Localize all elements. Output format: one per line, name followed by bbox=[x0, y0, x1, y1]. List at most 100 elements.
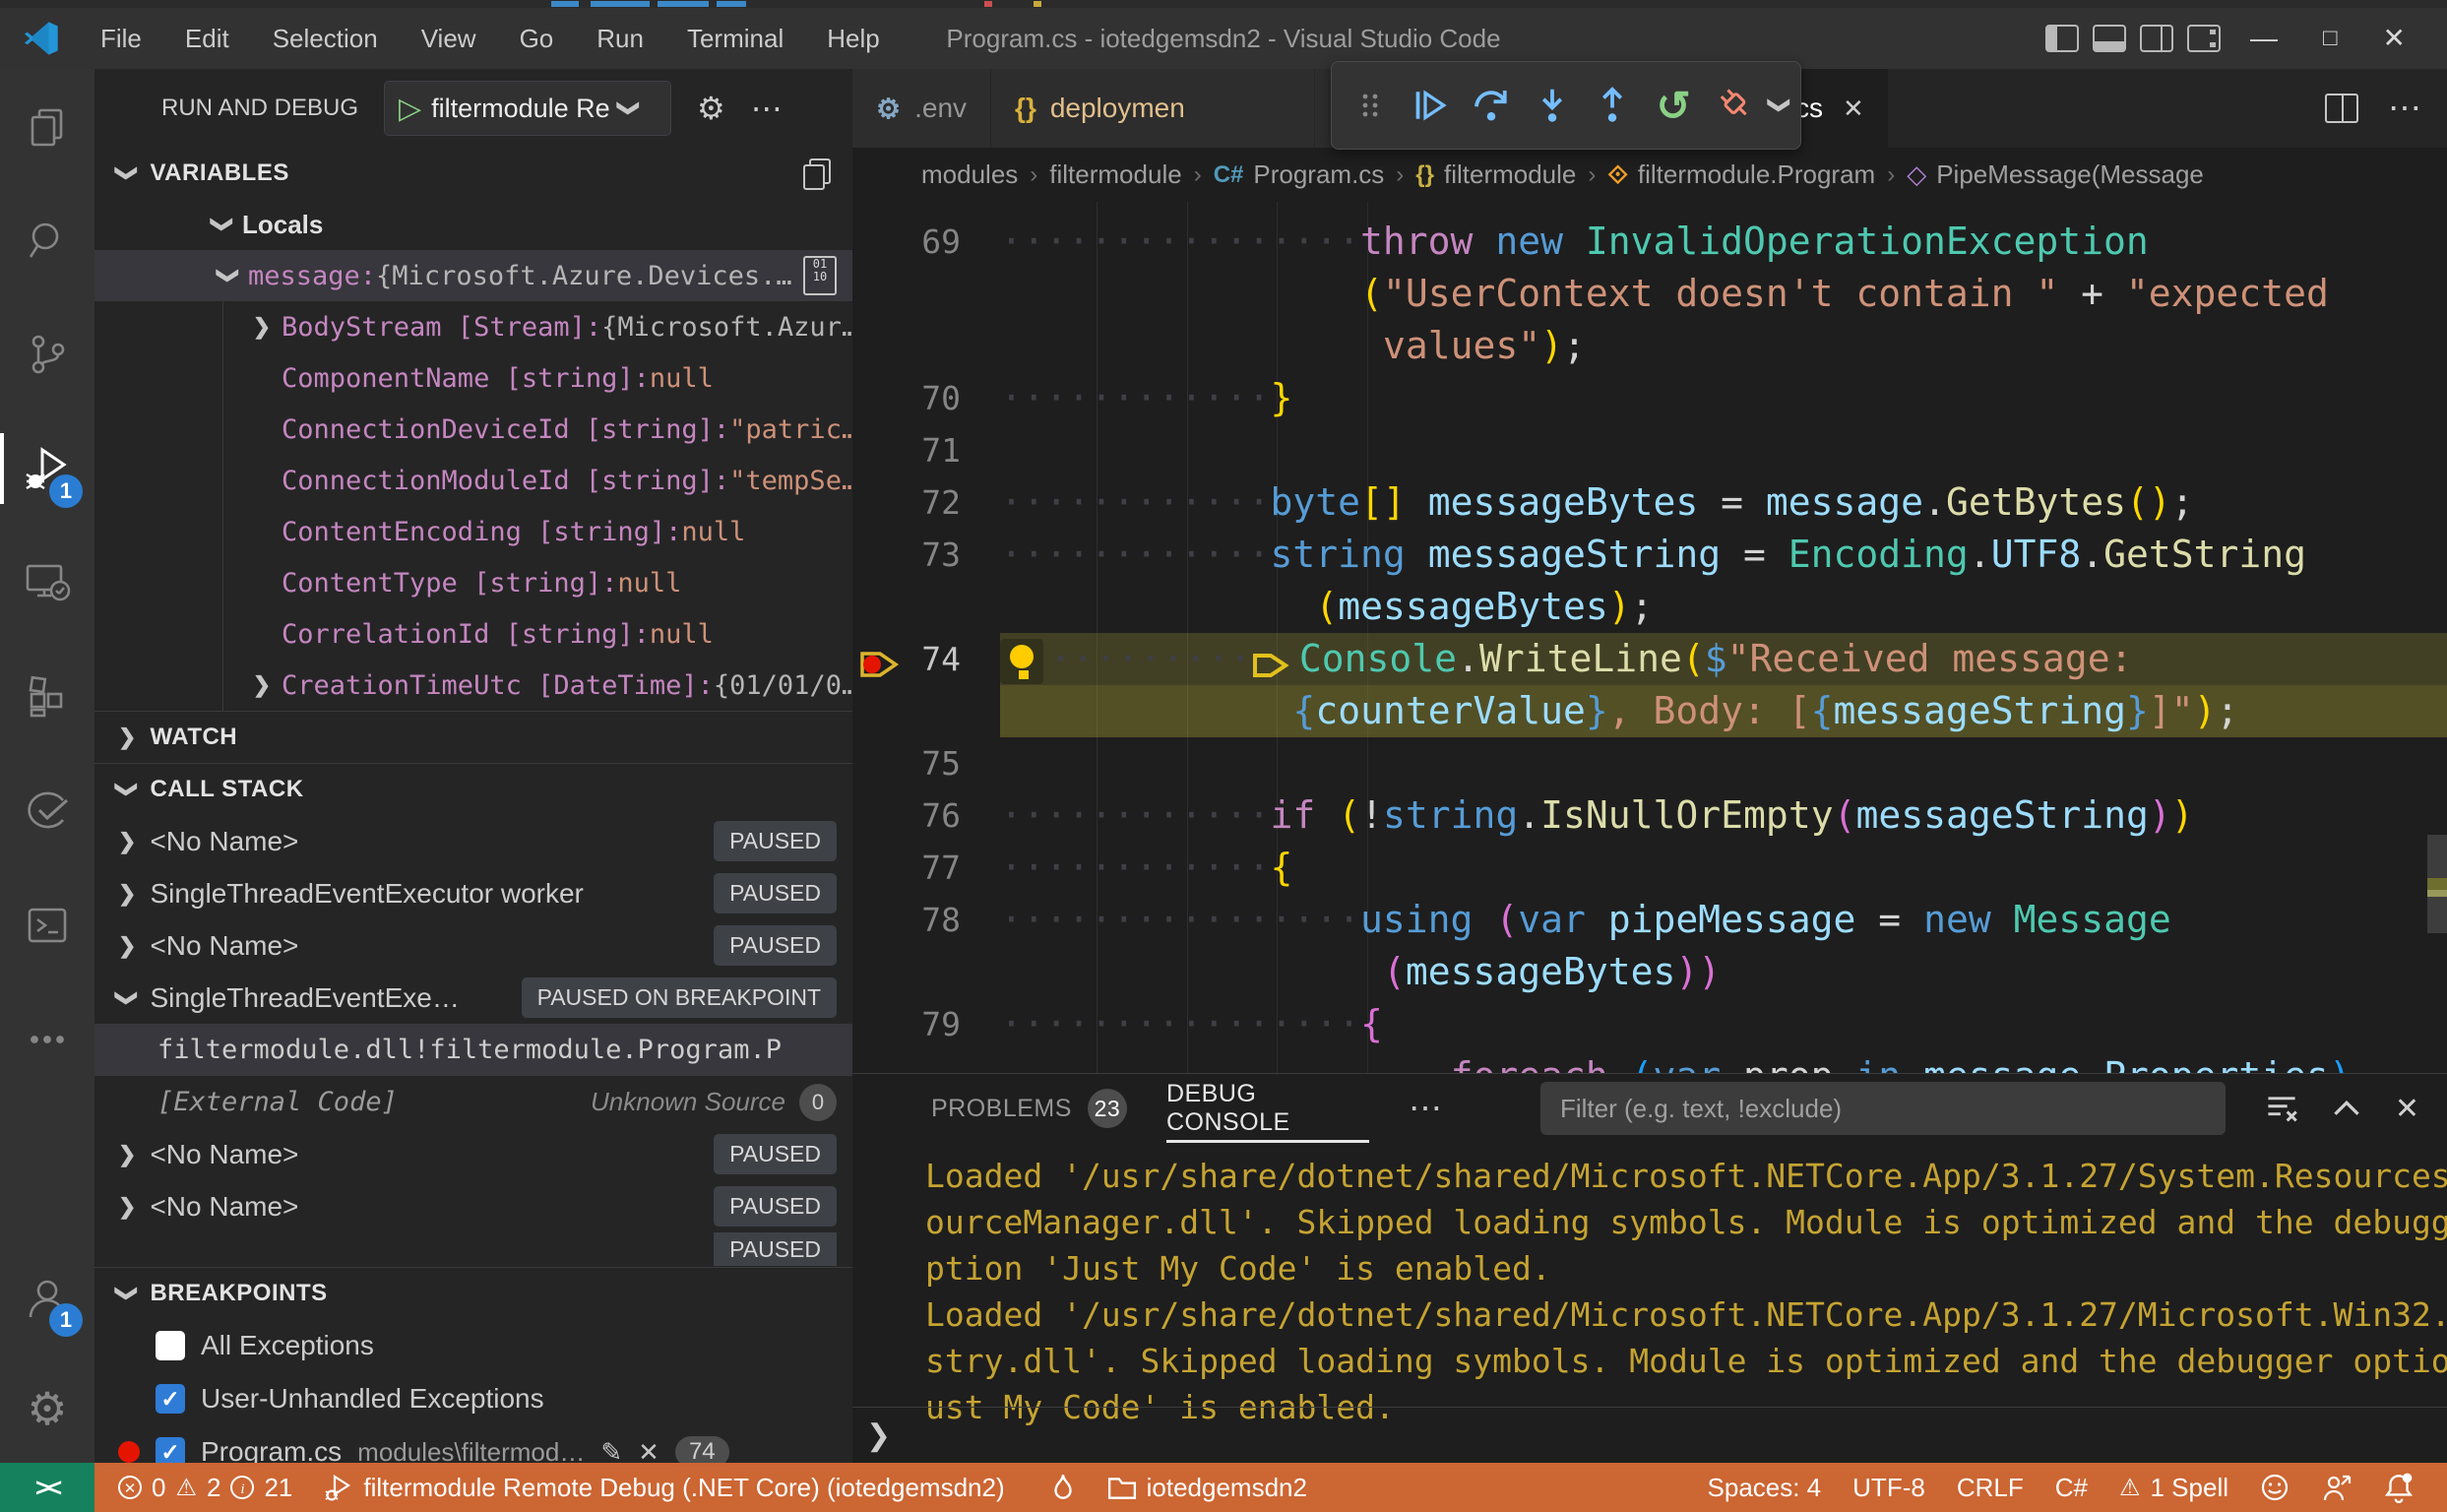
editor-more-actions-icon[interactable]: ⋯ bbox=[2388, 89, 2421, 128]
minimize-button[interactable]: — bbox=[2234, 8, 2293, 69]
toolbar-drag-handle[interactable] bbox=[1344, 76, 1397, 135]
call-stack-thread-row[interactable]: ❯<No Name>PAUSED bbox=[94, 815, 852, 867]
maximize-button[interactable]: □ bbox=[2307, 8, 2353, 69]
menu-view[interactable]: View bbox=[400, 8, 498, 69]
variable-row[interactable]: ContentEncoding [string]: null bbox=[94, 506, 852, 557]
indentation-status[interactable]: Spaces: 4 bbox=[1692, 1463, 1838, 1512]
call-stack-thread-row[interactable]: ❯<No Name>PAUSED bbox=[94, 1180, 852, 1232]
menu-selection[interactable]: Selection bbox=[251, 8, 400, 69]
sidebar-item-run-and-debug[interactable]: 1 bbox=[0, 411, 94, 526]
remote-indicator[interactable]: >< bbox=[0, 1463, 94, 1512]
start-debug-icon[interactable]: ▷ bbox=[399, 92, 421, 126]
notifications-status[interactable] bbox=[2368, 1463, 2437, 1512]
debug-step-over-button[interactable] bbox=[1465, 76, 1518, 135]
sidebar-item-search[interactable] bbox=[0, 183, 94, 297]
breakpoint-current-marker[interactable] bbox=[858, 643, 906, 674]
split-editor-icon[interactable] bbox=[2325, 94, 2358, 123]
customize-layout-icon[interactable] bbox=[2187, 25, 2221, 52]
tab--env[interactable]: ⚙.env bbox=[852, 69, 990, 148]
code-line[interactable]: (messageBytes); bbox=[852, 581, 2447, 633]
debug-disconnect-button[interactable] bbox=[1708, 76, 1761, 135]
encoding-status[interactable]: UTF-8 bbox=[1837, 1463, 1941, 1512]
debug-settings-gear-icon[interactable]: ⚙ bbox=[697, 90, 725, 127]
variable-row[interactable]: ContentType [string]: null bbox=[94, 557, 852, 608]
menu-edit[interactable]: Edit bbox=[163, 8, 251, 69]
code-line[interactable]: values"); bbox=[852, 320, 2447, 372]
spell-checker-status[interactable]: ⚠ 1 Spell bbox=[2103, 1463, 2244, 1512]
close-window-button[interactable]: ✕ bbox=[2367, 8, 2421, 69]
language-mode-status[interactable]: C# bbox=[2039, 1463, 2103, 1512]
sidebar-item-remote-explorer[interactable] bbox=[0, 526, 94, 640]
code-line[interactable]: 73············string messageString = Enc… bbox=[852, 529, 2447, 581]
variable-row[interactable]: ❯message: {Microsoft.Azure.Devices.…01 1… bbox=[94, 250, 852, 301]
code-line[interactable]: 79················{ bbox=[852, 998, 2447, 1050]
breakpoint-checkbox[interactable]: ✓ bbox=[156, 1437, 185, 1463]
copy-icon[interactable] bbox=[803, 158, 829, 188]
settings-button[interactable]: ⚙ bbox=[0, 1354, 94, 1463]
breakpoint-checkbox[interactable] bbox=[156, 1331, 185, 1360]
breakpoint-row[interactable]: ✓User-Unhandled Exceptions bbox=[94, 1372, 852, 1425]
panel-more-tabs-icon[interactable]: ⋯ bbox=[1409, 1089, 1442, 1128]
code-line[interactable]: ("UserContext doesn't contain " + "expec… bbox=[852, 268, 2447, 320]
code-line[interactable]: 69················throw new InvalidOpera… bbox=[852, 216, 2447, 268]
call-stack-thread-row[interactable]: ❯SingleThreadEventExe…PAUSED ON BREAKPOI… bbox=[94, 972, 852, 1024]
breadcrumb-item[interactable]: {}filtermodule bbox=[1415, 159, 1576, 190]
chevron-icon[interactable]: ❯ bbox=[216, 256, 241, 295]
chevron-icon[interactable]: ❯ bbox=[242, 672, 282, 698]
code-line[interactable]: 70············} bbox=[852, 372, 2447, 424]
debug-step-into-button[interactable] bbox=[1526, 76, 1579, 135]
console-filter-input[interactable] bbox=[1540, 1082, 2226, 1135]
debug-continue-button[interactable] bbox=[1405, 76, 1458, 135]
debug-session-status[interactable]: filtermodule Remote Debug (.NET Core) (i… bbox=[308, 1463, 1020, 1512]
clear-console-icon[interactable] bbox=[2265, 1094, 2298, 1123]
debug-restart-button[interactable]: ↺ bbox=[1647, 76, 1700, 135]
code-line[interactable]: 71 bbox=[852, 424, 2447, 476]
sidebar-item-extensions[interactable] bbox=[0, 640, 94, 754]
close-tab-icon[interactable]: ✕ bbox=[1843, 94, 1864, 124]
feedback-status[interactable] bbox=[2244, 1463, 2305, 1512]
chevron-icon[interactable]: ❯ bbox=[242, 314, 282, 340]
breakpoint-row[interactable]: ✓Program.csmodules\filtermod…✎✕74 bbox=[94, 1425, 852, 1463]
sidebar-item-remote-terminal[interactable] bbox=[0, 868, 94, 982]
breadcrumb-item[interactable]: modules bbox=[921, 159, 1018, 190]
menu-terminal[interactable]: Terminal bbox=[665, 8, 805, 69]
call-stack-section-header[interactable]: ❯ CALL STACK bbox=[94, 763, 852, 815]
console-input-row[interactable]: ❯ bbox=[852, 1407, 2447, 1463]
call-stack-thread-row[interactable]: ❯SingleThreadEventExecutor workerPAUSED bbox=[94, 867, 852, 919]
call-stack-thread-row[interactable]: ❯<No Name>PAUSED bbox=[94, 1128, 852, 1180]
variable-row[interactable]: CorrelationId [string]: null bbox=[94, 608, 852, 660]
variable-row[interactable]: ComponentName [string]: null bbox=[94, 352, 852, 404]
sidebar-item-source-control[interactable] bbox=[0, 297, 94, 411]
sidebar-item-test-explorer[interactable] bbox=[0, 754, 94, 868]
toggle-panel-icon[interactable] bbox=[2093, 25, 2126, 52]
binary-file-icon[interactable]: 01 10 bbox=[803, 256, 837, 295]
code-line[interactable]: 76············if (!string.IsNullOrEmpty(… bbox=[852, 789, 2447, 842]
call-stack-thread-row[interactable]: ❯<No Name>PAUSED bbox=[94, 919, 852, 972]
tab-deploymen[interactable]: {}deploymen bbox=[991, 69, 1314, 148]
code-line[interactable]: (messageBytes)) bbox=[852, 946, 2447, 998]
call-stack-frame-row[interactable]: filtermodule.dll!filtermodule.Program.P bbox=[94, 1024, 852, 1076]
variable-row[interactable]: ConnectionModuleId [string]: "tempSe… bbox=[94, 455, 852, 506]
code-line[interactable]: foreach (var prop in message.Properties) bbox=[852, 1050, 2447, 1073]
scope-locals[interactable]: ❯ Locals bbox=[94, 199, 852, 250]
overview-ruler[interactable] bbox=[2427, 202, 2447, 1073]
external-code-row[interactable]: [External Code]Unknown Source0 bbox=[94, 1076, 852, 1128]
more-views-button[interactable] bbox=[0, 982, 94, 1097]
debug-step-out-button[interactable] bbox=[1587, 76, 1640, 135]
breadcrumb-item[interactable]: filtermodule bbox=[1049, 159, 1181, 190]
toggle-sidebar-icon[interactable] bbox=[2045, 25, 2079, 52]
accounts-button[interactable]: 1 bbox=[0, 1240, 94, 1354]
code-line[interactable]: 74·········Console.WriteLine($"Received … bbox=[852, 633, 2447, 685]
code-line[interactable]: {counterValue}, Body: [{messageString}]"… bbox=[852, 685, 2447, 737]
breadcrumb-item[interactable]: ⟐filtermodule.Program bbox=[1607, 159, 1875, 191]
code-line[interactable]: 75 bbox=[852, 737, 2447, 789]
remote-session-status[interactable] bbox=[2305, 1463, 2368, 1512]
breakpoint-checkbox[interactable]: ✓ bbox=[156, 1384, 185, 1414]
sidebar-item-explorer[interactable] bbox=[0, 69, 94, 183]
breakpoints-section-header[interactable]: ❯ BREAKPOINTS bbox=[94, 1267, 852, 1319]
menu-go[interactable]: Go bbox=[498, 8, 576, 69]
code-line[interactable]: 77············{ bbox=[852, 842, 2447, 894]
tab-debug-console[interactable]: DEBUG CONSOLE bbox=[1166, 1074, 1369, 1143]
debug-config-dropdown[interactable]: ▷ filtermodule Re ❯ bbox=[384, 81, 671, 136]
close-panel-icon[interactable]: ✕ bbox=[2395, 1092, 2419, 1126]
